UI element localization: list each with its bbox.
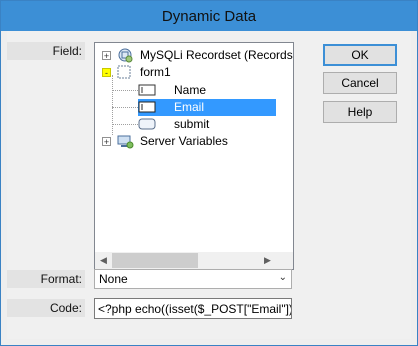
code-field[interactable]: <?php echo((isset($_POST["Email"]))?$_PO… xyxy=(94,298,292,319)
tree-item-form1[interactable]: - form1 xyxy=(95,64,276,81)
format-value: None xyxy=(99,272,128,286)
tree-item-label: form1 xyxy=(140,65,171,79)
format-label: Format: xyxy=(7,270,85,288)
code-value: <?php echo((isset($_POST["Email"]))?$_PO… xyxy=(98,302,291,316)
tree-item-label: MySQLi Recordset (Recordset1) xyxy=(140,48,293,62)
scroll-right-icon[interactable]: ▶ xyxy=(259,252,276,269)
ok-button[interactable]: OK xyxy=(323,44,397,66)
dialog-window: Dynamic Data Field: + MySQLi Recordset (… xyxy=(0,0,418,346)
tree-item-submit[interactable]: submit xyxy=(95,116,276,133)
window-title: Dynamic Data xyxy=(161,8,257,25)
tree-item-name[interactable]: Name xyxy=(95,82,276,99)
code-label: Code: xyxy=(7,299,85,317)
chevron-down-icon: ⌄ xyxy=(278,272,287,283)
tree-item-label: Server Variables xyxy=(140,134,228,148)
dialog-body: Field: + MySQLi Recordset (Recordset1) - xyxy=(7,31,411,339)
field-label: Field: xyxy=(7,42,85,60)
form-icon xyxy=(117,65,131,79)
tree-connector xyxy=(112,107,138,108)
textfield-icon xyxy=(138,84,156,96)
server-icon xyxy=(117,135,134,149)
expand-icon[interactable]: + xyxy=(102,137,111,147)
format-select[interactable]: None ⌄ xyxy=(94,269,292,289)
cancel-button[interactable]: Cancel xyxy=(323,72,397,94)
textfield-icon xyxy=(138,101,156,113)
tree-item-label: Email xyxy=(174,100,205,114)
tree-item-email[interactable]: Email xyxy=(138,99,276,116)
scrollbar-thumb[interactable] xyxy=(112,253,198,268)
horizontal-scrollbar[interactable]: ◀ ▶ xyxy=(95,252,276,269)
tree-item-server-variables[interactable]: + Server Variables xyxy=(95,133,276,150)
scroll-left-icon[interactable]: ◀ xyxy=(95,252,112,269)
title-bar[interactable]: Dynamic Data xyxy=(1,1,417,31)
tree-item-label: Name xyxy=(174,83,207,97)
button-icon xyxy=(138,118,156,130)
scrollbar-corner xyxy=(276,252,293,269)
database-icon xyxy=(118,48,133,63)
tree-item-label: submit xyxy=(174,117,210,131)
expand-icon[interactable]: + xyxy=(102,51,111,61)
collapse-icon[interactable]: - xyxy=(102,68,111,78)
help-button[interactable]: Help xyxy=(323,101,397,123)
field-tree[interactable]: + MySQLi Recordset (Recordset1) - form1 xyxy=(94,42,294,270)
tree-item-recordset[interactable]: + MySQLi Recordset (Recordset1) xyxy=(95,47,293,64)
